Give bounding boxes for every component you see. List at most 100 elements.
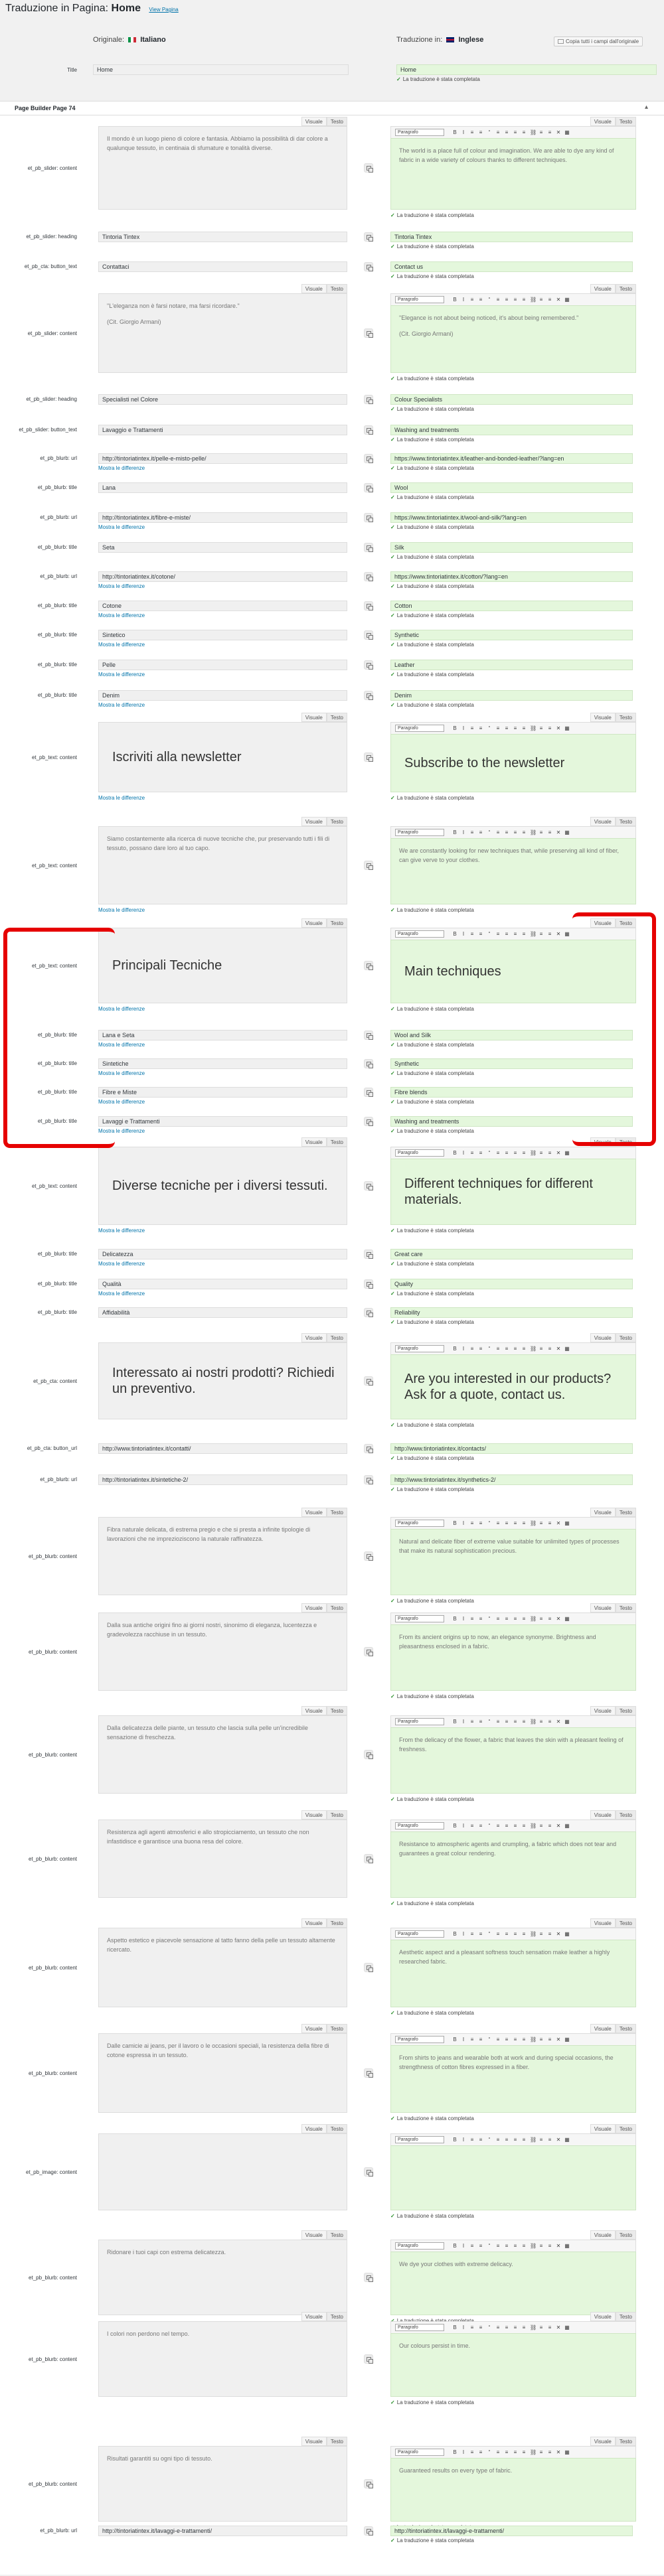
toolbar-12-icon[interactable]: ✕ [556, 2137, 561, 2143]
paragraph-select[interactable]: Paragrafo [395, 725, 444, 732]
toolbar-10-icon[interactable]: ≡ [539, 1616, 544, 1622]
toolbar-5-icon[interactable]: ≡ [495, 1520, 501, 1526]
copy-field-icon[interactable] [364, 2479, 373, 2488]
toolbar-3-icon[interactable]: ≡ [478, 1616, 483, 1622]
toolbar-4-icon[interactable]: “ [487, 1931, 492, 1937]
copy-field-icon[interactable] [364, 425, 373, 435]
toolbar-6-icon[interactable]: ≡ [504, 1520, 509, 1526]
toolbar-12-icon[interactable]: ✕ [556, 1346, 561, 1352]
done-checkbox[interactable]: ✓La traduzione è stata completata [390, 1422, 474, 1428]
tab-text[interactable]: Testo [326, 1810, 347, 1820]
toolbar-5-icon[interactable]: ≡ [495, 1823, 501, 1829]
original-content[interactable]: Siamo costantemente alla ricerca di nuov… [98, 826, 347, 904]
toolbar-11-icon[interactable]: ≡ [547, 931, 552, 937]
tab-visual[interactable]: Visuale [590, 1508, 616, 1517]
original-content[interactable]: Iscriviti alla newsletter [98, 722, 347, 792]
title-original-input[interactable]: Home [93, 64, 349, 75]
done-checkbox[interactable]: ✓La traduzione è stata completata [390, 494, 474, 500]
done-checkbox[interactable]: ✓La traduzione è stata completata [390, 672, 474, 678]
toolbar-1-icon[interactable]: I [461, 1346, 466, 1352]
toolbar-0-icon[interactable]: B [452, 1719, 457, 1725]
translation-input[interactable]: http://tintoriatintex.it/lavaggi-e-tratt… [390, 2526, 633, 2536]
toolbar-3-icon[interactable]: ≡ [478, 2325, 483, 2330]
toolbar-0-icon[interactable]: B [452, 2449, 457, 2455]
toolbar-3-icon[interactable]: ≡ [478, 129, 483, 135]
copy-field-icon[interactable] [364, 2068, 373, 2078]
toolbar-4-icon[interactable]: “ [487, 2037, 492, 2042]
toolbar-13-icon[interactable]: ▦ [564, 1150, 570, 1156]
toolbar-13-icon[interactable]: ▦ [564, 2325, 570, 2330]
copy-field-icon[interactable] [364, 1963, 373, 1972]
toolbar-6-icon[interactable]: ≡ [504, 2137, 509, 2143]
toolbar-9-icon[interactable]: ⛓ [530, 1520, 537, 1526]
toolbar-12-icon[interactable]: ✕ [556, 129, 561, 135]
translation-input[interactable]: Tintoria Tintex [390, 232, 633, 242]
toolbar-9-icon[interactable]: ⛓ [530, 725, 537, 731]
done-checkbox[interactable]: ✓La traduzione è stata completata [390, 2399, 474, 2405]
toolbar-13-icon[interactable]: ▦ [564, 2137, 570, 2143]
show-differences-link[interactable]: Mostra le differenze [98, 1291, 145, 1297]
toolbar-4-icon[interactable]: “ [487, 1150, 492, 1156]
copy-field-icon[interactable] [364, 2526, 373, 2536]
tab-visual[interactable]: Visuale [301, 713, 327, 722]
original-input[interactable]: Lana [98, 482, 347, 493]
tab-text[interactable]: Testo [326, 284, 347, 293]
toolbar-7-icon[interactable]: ≡ [513, 2325, 518, 2330]
title-done-checkbox[interactable]: ✓ La traduzione è stata completata [396, 76, 480, 82]
done-checkbox[interactable]: ✓La traduzione è stata completata [390, 465, 474, 471]
translation-input[interactable]: Wool [390, 482, 633, 493]
translation-input[interactable]: Quality [390, 1279, 633, 1289]
toolbar-3-icon[interactable]: ≡ [478, 1931, 483, 1937]
translation-content[interactable]: Aesthetic aspect and a pleasant softness… [390, 1940, 636, 2007]
done-checkbox[interactable]: ✓La traduzione è stata completata [390, 244, 474, 250]
toolbar-5-icon[interactable]: ≡ [495, 2037, 501, 2042]
toolbar-8-icon[interactable]: ≡ [521, 129, 527, 135]
toolbar-3-icon[interactable]: ≡ [478, 829, 483, 835]
show-differences-link[interactable]: Mostra le differenze [98, 612, 145, 618]
toolbar-3-icon[interactable]: ≡ [478, 1823, 483, 1829]
toolbar-10-icon[interactable]: ≡ [539, 931, 544, 937]
translation-input[interactable]: Reliability [390, 1307, 633, 1318]
toolbar-10-icon[interactable]: ≡ [539, 1520, 544, 1526]
toolbar-9-icon[interactable]: ⛓ [530, 1346, 537, 1352]
tab-text[interactable]: Testo [326, 2124, 347, 2133]
toolbar-2-icon[interactable]: ≡ [469, 1616, 475, 1622]
toolbar-10-icon[interactable]: ≡ [539, 2037, 544, 2042]
toolbar-1-icon[interactable]: I [461, 1616, 466, 1622]
copy-field-icon[interactable] [364, 1088, 373, 1097]
done-checkbox[interactable]: ✓La traduzione è stata completata [390, 1796, 474, 1802]
copy-field-icon[interactable] [364, 1854, 373, 1863]
toolbar-3-icon[interactable]: ≡ [478, 2243, 483, 2249]
toolbar-5-icon[interactable]: ≡ [495, 931, 501, 937]
toolbar-11-icon[interactable]: ≡ [547, 1616, 552, 1622]
toolbar-10-icon[interactable]: ≡ [539, 129, 544, 135]
toolbar-1-icon[interactable]: I [461, 1520, 466, 1526]
original-input[interactable]: http://tintoriatintex.it/pelle-e-misto-p… [98, 453, 347, 464]
toolbar-10-icon[interactable]: ≡ [539, 1346, 544, 1352]
toolbar-9-icon[interactable]: ⛓ [530, 297, 537, 303]
toolbar-12-icon[interactable]: ✕ [556, 2449, 561, 2455]
copy-field-icon[interactable] [364, 543, 373, 552]
done-checkbox[interactable]: ✓La traduzione è stata completata [390, 2538, 474, 2543]
translation-content[interactable]: From its ancient origins up to now, an e… [390, 1624, 636, 1691]
copy-field-icon[interactable] [364, 2354, 373, 2364]
original-input[interactable]: Sintetiche [98, 1058, 347, 1069]
done-checkbox[interactable]: ✓La traduzione è stata completata [390, 1319, 474, 1325]
toolbar-0-icon[interactable]: B [452, 725, 457, 731]
paragraph-select[interactable]: Paragrafo [395, 1345, 444, 1352]
toolbar-2-icon[interactable]: ≡ [469, 2137, 475, 2143]
toolbar-4-icon[interactable]: “ [487, 129, 492, 135]
toolbar-2-icon[interactable]: ≡ [469, 2325, 475, 2330]
tab-text[interactable]: Testo [615, 2437, 636, 2446]
tab-text[interactable]: Testo [326, 1918, 347, 1928]
done-checkbox[interactable]: ✓La traduzione è stata completata [390, 1128, 474, 1134]
tab-text[interactable]: Testo [615, 1810, 636, 1820]
toolbar-5-icon[interactable]: ≡ [495, 129, 501, 135]
done-checkbox[interactable]: ✓La traduzione è stata completata [390, 1070, 474, 1076]
translation-input[interactable]: Colour Specialists [390, 394, 633, 405]
toolbar-4-icon[interactable]: “ [487, 2137, 492, 2143]
tab-text[interactable]: Testo [615, 1508, 636, 1517]
original-input[interactable]: Lavaggio e Trattamenti [98, 425, 347, 435]
toolbar-7-icon[interactable]: ≡ [513, 1520, 518, 1526]
done-checkbox[interactable]: ✓La traduzione è stata completata [390, 2010, 474, 2016]
